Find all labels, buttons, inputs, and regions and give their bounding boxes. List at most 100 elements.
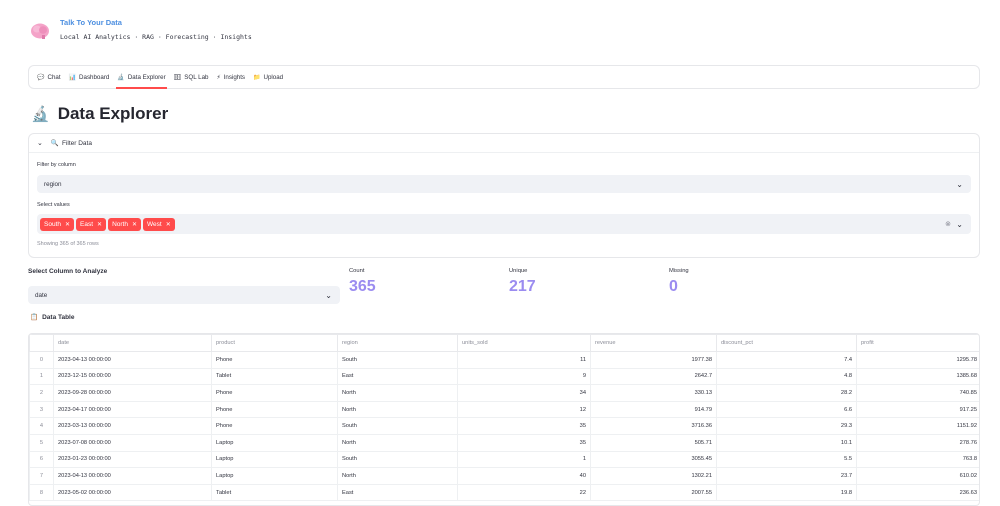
table-cell: North [337,433,458,452]
table-row[interactable]: 8 2023-05-02 00:00:00 Tablet East 22 2007.55 1… [29,483,979,502]
column-header[interactable] [29,334,54,352]
count-value: 365 [349,278,376,295]
table-cell: 35 [457,417,591,435]
remove-icon[interactable]: ✕ [166,221,171,228]
chart-icon: 📊 [68,74,77,81]
analyze-label: Select Column to Analyze [28,268,108,275]
count-label: Count [349,268,365,274]
table-cell: 10.1 [716,433,857,452]
table-cell: North [337,467,458,485]
row-index: 3 [29,400,54,419]
table-cell: East [337,483,458,502]
table-cell: 4.8 [716,367,857,386]
chevron-down-icon: ⌄ [956,179,963,189]
tab-sql-lab[interactable]: 🗄 SQL Lab [170,66,213,88]
row-index: 7 [29,467,54,485]
column-header[interactable]: discount_pct [716,334,857,352]
table-cell: 19.8 [716,483,857,502]
analyze-column-select[interactable]: date ⌄ [28,286,340,304]
table-cell: 6.6 [716,400,857,419]
clear-icon[interactable]: ⊗ [945,220,951,228]
row-index: 5 [29,433,54,452]
table-cell: Phone [211,351,338,369]
remove-icon[interactable]: ✕ [65,221,70,228]
folder-icon: 📁 [253,74,261,81]
chat-icon: 💬 [37,74,45,81]
missing-value: 0 [669,278,678,295]
table-cell: 9 [457,367,591,386]
table-cell: 2023-04-13 00:00:00 [53,351,212,369]
table-cell: Tablet [211,367,338,386]
table-cell: 2642.7 [590,367,717,386]
data-table-heading: 📋 Data Table [30,313,75,322]
missing-label: Missing [669,268,689,274]
tag-east[interactable]: East ✕ [76,217,107,231]
table-cell: 1 [457,450,591,469]
chevron-down-icon: ⌄ [956,219,963,229]
table-row[interactable]: 3 2023-04-17 00:00:00 Phone North 12 914.79 6.… [29,400,979,419]
chevron-down-icon: ⌄ [37,140,43,147]
table-cell: 330.13 [590,384,717,402]
column-header[interactable]: date [53,334,212,352]
column-header[interactable]: units_sold [457,334,591,352]
tag-north[interactable]: North ✕ [108,217,142,231]
remove-icon[interactable]: ✕ [132,221,137,228]
row-index: 0 [29,351,54,369]
column-header[interactable]: region [337,334,458,352]
filter-column-select[interactable]: region ⌄ [37,175,971,193]
table-cell: 7.4 [716,351,857,369]
tab-data-explorer[interactable]: 🔬 Data Explorer [113,66,169,89]
table-row[interactable]: 0 2023-04-13 00:00:00 Phone South 11 1977.38 7… [29,351,979,369]
table-cell: Phone [211,384,338,402]
filter-expander-header[interactable]: ⌄ 🔍 Filter Data [29,134,979,153]
column-header[interactable]: product [211,334,338,352]
table-cell: 5.5 [716,450,857,469]
microscope-icon: 🔬 [117,74,125,81]
chevron-down-icon: ⌄ [325,290,332,300]
table-cell: 34 [457,384,591,402]
table-cell: 3716.36 [590,417,717,435]
table-row[interactable]: 6 2023-01-23 00:00:00 Laptop South 1 3055.45 5… [29,450,979,469]
table-cell: 28.2 [716,384,857,402]
table-cell: 278.76 [856,433,979,452]
lightning-icon: ⚡ [216,74,221,81]
table-cell: 917.25 [856,400,979,419]
table-cell: Tablet [211,483,338,502]
tab-upload[interactable]: 📁 Upload [249,66,287,88]
table-cell: 763.8 [856,450,979,469]
table-cell: 2023-01-23 00:00:00 [53,450,212,469]
tab-dashboard[interactable]: 📊 Dashboard [65,66,114,88]
tab-chat[interactable]: 💬 Chat [33,66,65,88]
remove-icon[interactable]: ✕ [97,221,102,228]
table-cell: 22 [457,483,591,502]
table-cell: 2023-12-15 00:00:00 [53,367,212,386]
table-cell: 2023-05-02 00:00:00 [53,483,212,502]
app-subtitle: Local AI Analytics · RAG · Forecasting ·… [60,33,252,41]
table-row[interactable]: 4 2023-03-13 00:00:00 Phone South 35 3716.36 2… [29,417,979,435]
filter-expander: ⌄ 🔍 Filter Data Filter by column region … [28,133,980,258]
magnifier-icon: 🔍 [50,140,59,147]
table-cell: 1385.68 [856,367,979,386]
page-title-text: Data Explorer [57,104,169,123]
table-row[interactable]: 5 2023-07-08 00:00:00 Laptop North 35 505.71 1… [29,433,979,452]
table-cell: East [337,367,458,386]
unique-label: Unique [509,268,528,274]
table-header-row: date product region units_sold revenue d… [29,334,979,352]
table-row[interactable]: 7 2023-04-13 00:00:00 Laptop North 40 1302.21… [29,467,979,485]
table-row[interactable]: 1 2023-12-15 00:00:00 Tablet East 9 2642.7 4.8… [29,367,979,386]
table-cell: 914.79 [590,400,717,419]
table-cell: South [337,417,458,435]
tab-insights[interactable]: ⚡ Insights [212,66,249,88]
table-cell: 2007.55 [590,483,717,502]
tag-west[interactable]: West ✕ [143,217,175,231]
table-cell: Laptop [211,467,338,485]
table-row[interactable]: 2 2023-09-28 00:00:00 Phone North 34 330.13 28… [29,384,979,402]
table-cell: 1151.92 [856,417,979,435]
tag-south[interactable]: South ✕ [40,217,75,231]
data-table-container[interactable]: date product region units_sold revenue d… [28,333,980,506]
values-multiselect[interactable]: South ✕ East ✕ North ✕ West ✕ ⊗ ⌄ [37,214,971,234]
table-cell: 11 [457,351,591,369]
table-cell: 1295.78 [856,351,979,369]
column-header[interactable]: profit [856,334,979,352]
column-header[interactable]: revenue [590,334,717,352]
